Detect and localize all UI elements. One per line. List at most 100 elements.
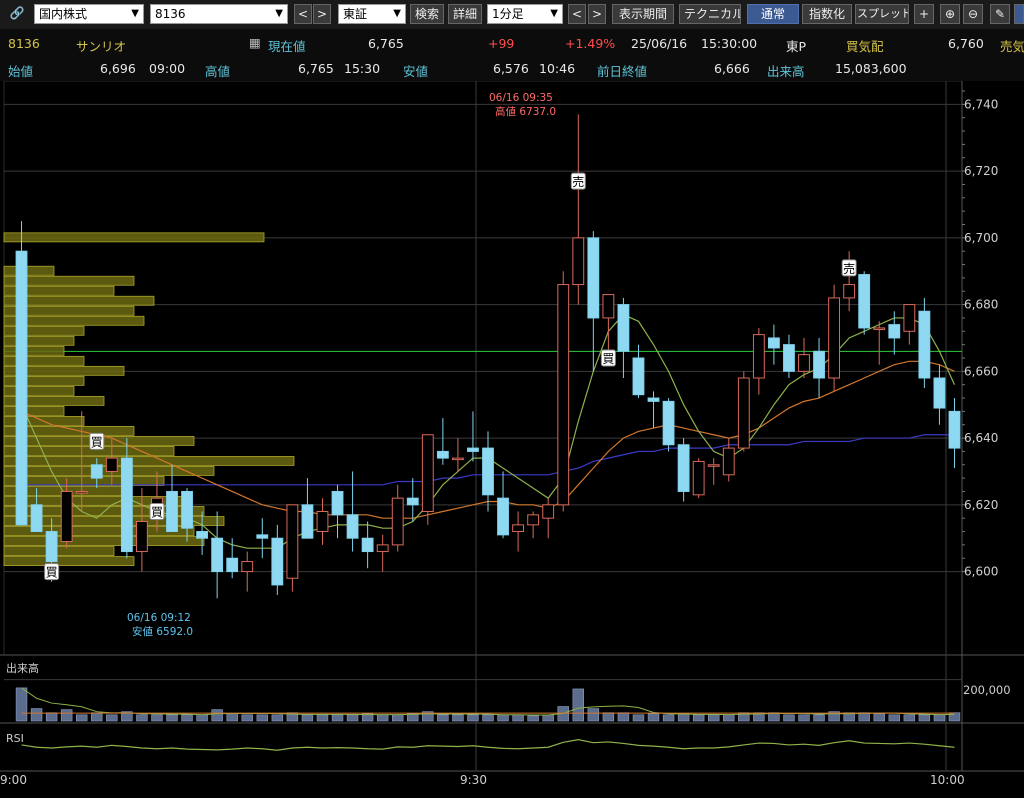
volume-profile-bar	[3, 405, 65, 416]
candle-body	[241, 561, 254, 573]
price-chart[interactable]: 売売買買買買 6,7406,7206,7006,6806,6606,6406,6…	[0, 80, 1024, 795]
candle-body	[482, 447, 494, 496]
volume-bar	[106, 714, 118, 722]
bid-value: 6,760	[948, 36, 984, 51]
volume-bar	[30, 708, 43, 722]
candle-body	[90, 464, 103, 479]
low-label: 安値	[403, 64, 429, 79]
more-icon[interactable]	[1014, 4, 1024, 24]
candle-body	[557, 284, 570, 506]
candle-body	[813, 350, 825, 379]
volume-bar	[136, 714, 148, 722]
volume-bar	[45, 712, 58, 722]
candle-body	[166, 490, 178, 533]
volume-bar	[903, 714, 916, 722]
price-tick-label: 6,640	[964, 431, 998, 445]
next-button[interactable]: >	[313, 4, 331, 24]
stock-name: サンリオ	[76, 39, 127, 54]
volume-bar	[587, 708, 600, 722]
next-interval-button[interactable]: >	[588, 4, 606, 24]
prev-button[interactable]: <	[294, 4, 312, 24]
prev-close-label: 前日終値	[597, 64, 648, 79]
high-value: 6,765	[298, 61, 334, 76]
search-button[interactable]: 検索	[410, 4, 444, 24]
candle-body	[391, 497, 404, 546]
volume-bar	[858, 712, 870, 722]
volume-panel-title: 出来高	[6, 661, 39, 675]
zoom-out-icon[interactable]: ⊖	[963, 4, 983, 24]
volume-bar	[572, 688, 585, 722]
zoom-in-icon[interactable]: ⊕	[940, 4, 960, 24]
pencil-icon[interactable]: ✎	[990, 4, 1010, 24]
candle-body	[30, 504, 43, 533]
volume-bar	[692, 714, 705, 722]
volume-bar	[437, 714, 449, 722]
volume-bar	[677, 713, 690, 722]
prev-interval-button[interactable]: <	[568, 4, 586, 24]
volume-bar	[452, 714, 464, 722]
normal-button[interactable]: 通常	[747, 4, 799, 24]
exchange-select-value: 東証	[343, 7, 368, 21]
volume-bar	[723, 714, 735, 722]
open-time: 09:00	[149, 61, 186, 76]
table-icon: ▦	[249, 35, 261, 50]
spread-button[interactable]: スプレッド	[855, 4, 909, 24]
candle-body	[105, 457, 118, 472]
candle-body	[467, 447, 479, 452]
volume-bar	[181, 714, 193, 722]
candle-body	[933, 377, 946, 409]
detail-button[interactable]: 詳細	[448, 4, 482, 24]
candle-body	[647, 397, 660, 402]
volume-bar	[888, 714, 901, 722]
period-button[interactable]: 表示期間	[612, 4, 674, 24]
chevron-down-icon: ▼	[550, 8, 558, 19]
candle-body	[602, 294, 615, 319]
quote-time: 15:30:00	[701, 36, 758, 51]
candle-body	[873, 327, 886, 330]
high-annotation-time: 06/16 09:35	[489, 92, 553, 104]
index-button[interactable]: 指数化	[802, 4, 852, 24]
time-axis: 9:00 9:30 10:00	[0, 773, 965, 787]
candle-body	[451, 457, 464, 461]
code-select[interactable]: 8136 ▼	[150, 4, 288, 24]
candle-body	[181, 490, 193, 529]
code-select-value: 8136	[155, 7, 186, 21]
candle-body	[767, 337, 780, 349]
chart-grid	[0, 80, 1024, 772]
candle-body	[828, 297, 841, 379]
low-annotation-time: 06/16 09:12	[127, 612, 191, 624]
candle-body	[211, 537, 224, 573]
price-tick-label: 6,600	[964, 565, 998, 579]
technical-button[interactable]: テクニカル	[679, 4, 741, 24]
candle-body	[692, 460, 705, 496]
ask-label: 売気	[1000, 39, 1024, 54]
market-select[interactable]: 国内株式 ▼	[34, 4, 144, 24]
volume-bar	[241, 714, 253, 722]
candle-body	[843, 284, 856, 299]
signal-label: 買	[151, 506, 163, 520]
volume-bar	[331, 714, 344, 722]
volume-bar	[196, 714, 208, 722]
open-label: 始値	[8, 64, 34, 79]
price-tick-label: 6,700	[964, 231, 998, 245]
volume-bar	[647, 713, 660, 722]
current-label: 現在値	[268, 39, 306, 54]
interval-select[interactable]: 1分足 ▼	[487, 4, 563, 24]
add-icon[interactable]: +	[914, 4, 934, 24]
candle-body	[421, 434, 434, 512]
candle-body	[512, 524, 525, 533]
candle-body	[15, 250, 28, 526]
volume-bar	[512, 714, 524, 722]
candle-body	[707, 464, 720, 467]
volume-label: 出来高	[767, 64, 805, 79]
chart-area[interactable]: 売売買買買買 6,740 6,720 6,700 6,680 6,660 6,640 6,6…	[0, 80, 1024, 795]
volume-bar	[166, 714, 178, 722]
exchange-select[interactable]: 東証 ▼	[338, 4, 406, 24]
volume-bar	[301, 714, 314, 722]
volume-bar	[467, 714, 479, 722]
volume-profile-bar	[3, 385, 75, 396]
link-icon[interactable]: 🔗	[6, 4, 28, 24]
candle-body	[497, 497, 509, 536]
high-annotation-text: 高値 6737.0	[495, 105, 556, 118]
volume-bar	[602, 712, 615, 722]
